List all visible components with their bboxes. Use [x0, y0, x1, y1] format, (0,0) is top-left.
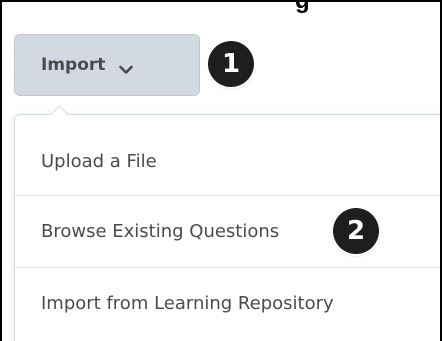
screenshot-frame: g Import 1 Upload a File Browse Existing… — [0, 0, 442, 341]
import-button-label: Import — [41, 55, 106, 75]
menu-item-import-from-learning-repository[interactable]: Import from Learning Repository — [15, 269, 440, 337]
step-1-callout: 1 — [208, 41, 254, 87]
step-2-callout: 2 — [333, 208, 379, 254]
chevron-down-icon — [119, 60, 134, 74]
import-button[interactable]: Import — [14, 34, 200, 96]
menu-item-upload-file[interactable]: Upload a File — [15, 127, 440, 195]
menu-divider — [15, 195, 440, 196]
menu-divider — [15, 267, 440, 268]
page-title-fragment: g — [295, 0, 310, 14]
